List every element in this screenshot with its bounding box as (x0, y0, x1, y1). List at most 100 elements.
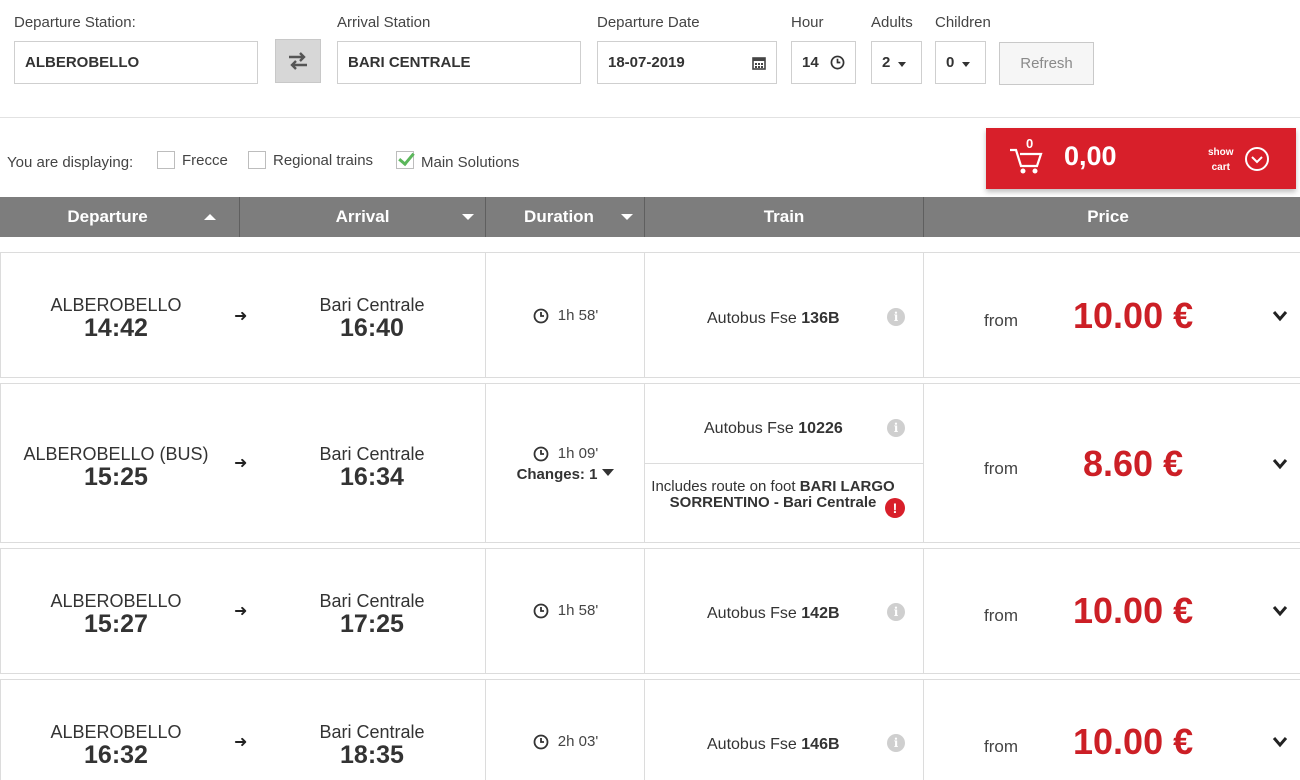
filter-regional-label: Regional trains (273, 151, 374, 169)
duration: 1h 58' (486, 602, 645, 619)
price-value[interactable]: 8.60 € (1083, 443, 1183, 485)
header-departure-label: Departure (67, 207, 148, 226)
adults-label: Adults (871, 14, 913, 31)
duration-cell: 1h 58' (486, 549, 645, 673)
calendar-icon[interactable] (752, 56, 766, 70)
arrival-station-value: BARI CENTRALE (348, 54, 471, 71)
header-arrival[interactable]: Arrival (240, 197, 486, 237)
chevron-down-icon (898, 61, 907, 67)
price-cell: from 10.00 € (924, 253, 1300, 377)
train-cell: Autobus Fse 142B i (645, 549, 924, 673)
cart-widget[interactable]: 0 0,00 show cart (986, 128, 1296, 189)
info-icon[interactable]: i (887, 603, 905, 621)
changes-toggle[interactable]: Changes: 1 (486, 466, 645, 483)
main-solutions-checkbox[interactable] (396, 150, 414, 169)
clock-icon (830, 55, 845, 70)
header-departure[interactable]: Departure (0, 197, 240, 237)
cart-count: 0 (1026, 136, 1034, 151)
chevron-down-circle-icon[interactable] (1244, 146, 1270, 172)
departure-time: 15:27 (84, 610, 148, 638)
arrival-station: Bari Centrale (319, 591, 425, 611)
arrival-time: 17:25 (340, 610, 404, 638)
route-cell: ALBEROBELLO (BUS) 15:25 ➜ Bari Centrale … (1, 384, 486, 542)
solution-row[interactable]: ALBEROBELLO (BUS) 15:25 ➜ Bari Centrale … (0, 383, 1300, 543)
refresh-button[interactable]: Refresh (999, 42, 1094, 85)
departure-block: ALBEROBELLO 16:32 (1, 722, 231, 769)
arrow-right-icon: ➜ (234, 734, 248, 751)
children-select[interactable]: 0 (935, 41, 986, 84)
filter-main-solutions[interactable]: Main Solutions (396, 148, 519, 171)
arrival-station-input[interactable]: BARI CENTRALE (337, 41, 581, 84)
show-cart-line1: show (1208, 147, 1234, 158)
solution-row[interactable]: ALBEROBELLO 14:42 ➜ Bari Centrale 16:40 … (0, 252, 1300, 378)
swap-arrows-icon (289, 52, 307, 70)
header-price-label: Price (1087, 207, 1129, 226)
route-cell: ALBEROBELLO 15:27 ➜ Bari Centrale 17:25 (1, 549, 486, 673)
price-cell: from 10.00 € (924, 549, 1300, 673)
chevron-down-icon[interactable] (1272, 605, 1288, 617)
route-cell: ALBEROBELLO 16:32 ➜ Bari Centrale 18:35 (1, 680, 486, 780)
chevron-down-icon (962, 61, 971, 67)
alert-icon[interactable]: ! (885, 498, 905, 518)
frecce-checkbox[interactable] (157, 151, 175, 169)
price-value[interactable]: 10.00 € (1073, 590, 1193, 632)
header-train: Train (645, 197, 924, 237)
header-duration-label: Duration (524, 207, 594, 226)
duration: 1h 09' (486, 445, 645, 462)
filter-frecce-label: Frecce (182, 151, 228, 169)
departure-date-input[interactable]: 18-07-2019 (597, 41, 777, 84)
train-prefix: Autobus Fse (707, 605, 802, 622)
header-train-label: Train (763, 207, 805, 226)
train-number: 10226 (798, 420, 843, 437)
arrow-right-icon: ➜ (234, 308, 248, 325)
train-prefix: Autobus Fse (707, 736, 802, 753)
train-cell: Autobus Fse 146B i (645, 680, 924, 780)
clock-icon (533, 446, 549, 461)
show-cart-label[interactable]: show cart (1208, 145, 1234, 175)
price-from-label: from (984, 311, 1018, 330)
chevron-down-icon[interactable] (1272, 458, 1288, 470)
sort-descending-icon (462, 214, 474, 220)
solution-row[interactable]: ALBEROBELLO 16:32 ➜ Bari Centrale 18:35 … (0, 679, 1300, 780)
train-prefix: Autobus Fse (707, 310, 802, 327)
info-icon[interactable]: i (887, 419, 905, 437)
duration-cell: 2h 03' (486, 680, 645, 780)
train-number: 136B (801, 310, 840, 327)
departure-station: ALBEROBELLO (BUS) (23, 444, 209, 464)
train-cell: Autobus Fse 10226 i Includes route on fo… (645, 384, 924, 542)
hour-input[interactable]: 14 (791, 41, 856, 84)
info-icon[interactable]: i (887, 308, 905, 326)
departure-date-label: Departure Date (597, 14, 700, 31)
arrival-station: Bari Centrale (319, 444, 425, 464)
segment-divider (645, 463, 923, 464)
arrival-station-label: Arrival Station (337, 14, 431, 31)
children-label: Children (935, 14, 991, 31)
duration-cell: 1h 09' Changes: 1 (486, 384, 645, 542)
price-value[interactable]: 10.00 € (1073, 721, 1193, 763)
arrival-station: Bari Centrale (319, 295, 425, 315)
solution-row[interactable]: ALBEROBELLO 15:27 ➜ Bari Centrale 17:25 … (0, 548, 1300, 674)
header-duration[interactable]: Duration (486, 197, 645, 237)
swap-stations-button[interactable] (275, 39, 321, 83)
departure-time: 14:42 (84, 314, 148, 342)
adults-select[interactable]: 2 (871, 41, 922, 84)
info-icon[interactable]: i (887, 734, 905, 752)
regional-trains-checkbox[interactable] (248, 151, 266, 169)
train-number: 142B (801, 605, 840, 622)
filter-regional-trains[interactable]: Regional trains (248, 151, 373, 169)
hour-label: Hour (791, 14, 824, 31)
chevron-down-icon[interactable] (1272, 310, 1288, 322)
departure-time: 15:25 (84, 463, 148, 491)
adults-value: 2 (882, 54, 891, 71)
departure-time: 16:32 (84, 741, 148, 769)
chevron-down-icon[interactable] (1272, 736, 1288, 748)
sort-descending-icon (621, 214, 633, 220)
duration: 2h 03' (486, 733, 645, 750)
filter-frecce[interactable]: Frecce (157, 151, 228, 169)
filter-row: You are displaying: Frecce Regional trai… (0, 145, 980, 181)
duration-value: 1h 09' (557, 445, 599, 462)
price-value[interactable]: 10.00 € (1073, 295, 1193, 337)
departure-station-input[interactable]: ALBEROBELLO (14, 41, 258, 84)
departure-station: ALBEROBELLO (50, 295, 182, 315)
arrival-station: Bari Centrale (319, 722, 425, 742)
